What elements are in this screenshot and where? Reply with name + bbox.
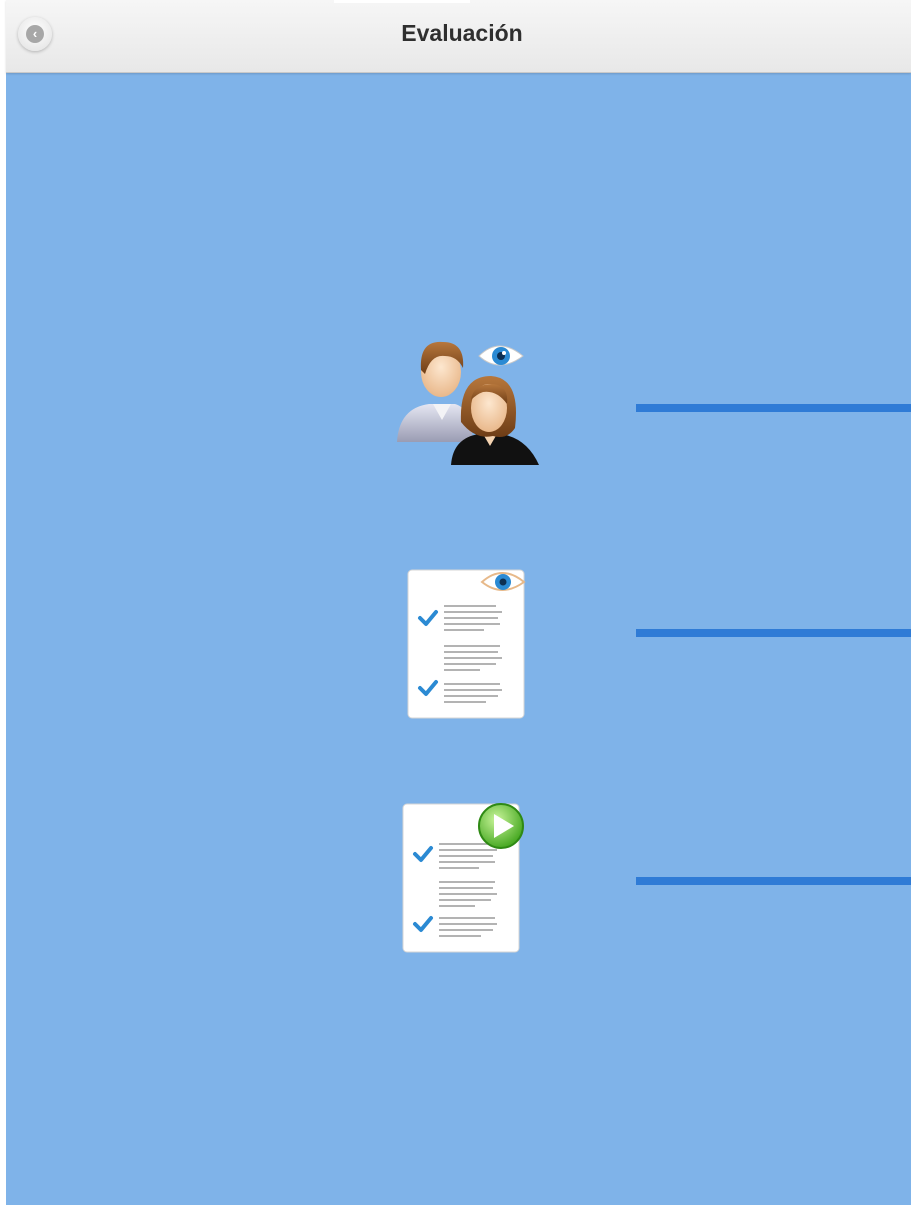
document-play-icon[interactable] bbox=[401, 800, 525, 955]
users-eye-icon[interactable] bbox=[389, 330, 539, 475]
item-divider-line bbox=[636, 404, 911, 412]
evaluation-item-start bbox=[6, 800, 911, 955]
document-eye-icon[interactable] bbox=[406, 566, 526, 721]
top-bar: ‹ Evaluación bbox=[6, 0, 911, 73]
header-notch bbox=[334, 0, 470, 3]
item-divider-line bbox=[636, 877, 911, 885]
evaluation-item-review bbox=[6, 566, 911, 721]
page-title: Evaluación bbox=[401, 20, 523, 46]
evaluation-screen: ‹ Evaluación bbox=[6, 0, 911, 1205]
item-divider-line bbox=[636, 629, 911, 637]
evaluation-item-users bbox=[6, 330, 911, 475]
